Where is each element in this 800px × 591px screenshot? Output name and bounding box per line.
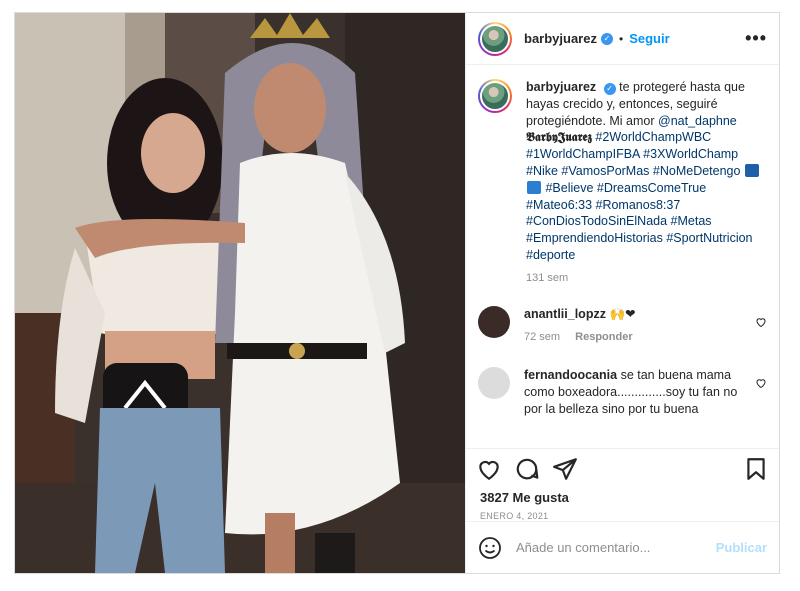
separator-dot: • <box>618 31 624 46</box>
add-comment-bar: Publicar <box>466 521 779 573</box>
post-date: ENERO 4, 2021 <box>480 511 549 521</box>
follow-button[interactable]: Seguir <box>629 31 669 46</box>
post-photo[interactable] <box>15 13 465 573</box>
heart-icon[interactable] <box>755 377 767 389</box>
caption-text: barbyjuarez ✓ te protegeré hasta que hay… <box>526 79 766 264</box>
comment-emojis: 🙌❤ <box>609 306 636 321</box>
emoji-icon <box>527 180 541 194</box>
caption: barbyjuarez ✓ te protegeré hasta que hay… <box>478 79 767 284</box>
post-sidebar: barbyjuarez ✓ • Seguir ••• barbyjuarez ✓… <box>465 13 779 573</box>
heart-icon[interactable] <box>476 456 502 482</box>
comment-item: fernandoocania se tan buena mama como bo… <box>478 367 767 417</box>
save-icon[interactable] <box>743 456 769 482</box>
emoji-icon[interactable] <box>478 536 502 560</box>
comment-username[interactable]: anantlii_lopzz <box>524 307 606 321</box>
caption-username[interactable]: barbyjuarez <box>526 80 596 94</box>
post-header: barbyjuarez ✓ • Seguir ••• <box>466 13 779 65</box>
author-username[interactable]: barbyjuarez <box>524 31 597 46</box>
share-icon[interactable] <box>552 456 578 482</box>
comment-meta: 72 sem Responder <box>524 329 752 346</box>
publish-button[interactable]: Publicar <box>716 540 767 555</box>
caption-hashtags-2[interactable]: #Believe #DreamsComeTrue #Mateo6:33 #Rom… <box>526 181 753 262</box>
caption-styled-name: 𝕭𝖆𝖗𝖇𝖞𝕵𝖚𝖆𝖗𝖊𝖟 <box>526 130 592 145</box>
comments-list[interactable]: barbyjuarez ✓ te protegeré hasta que hay… <box>466 65 779 448</box>
comment-icon[interactable] <box>514 456 540 482</box>
commenter-avatar[interactable] <box>478 367 510 400</box>
comment-input[interactable] <box>516 540 716 555</box>
heart-icon[interactable] <box>755 316 767 328</box>
instagram-post: barbyjuarez ✓ • Seguir ••• barbyjuarez ✓… <box>14 12 780 574</box>
action-bar <box>466 448 779 488</box>
comment-time: 72 sem <box>524 330 561 343</box>
author-avatar[interactable] <box>478 21 512 56</box>
reply-button[interactable]: Responder <box>575 331 632 343</box>
caption-avatar[interactable] <box>478 79 512 113</box>
more-icon[interactable]: ••• <box>745 28 767 49</box>
caption-mention[interactable]: @nat_daphne <box>658 114 737 128</box>
comment-item: anantlii_lopzz 🙌❤ 72 sem Responder <box>478 305 767 346</box>
verified-icon: ✓ <box>600 32 613 45</box>
comment-username[interactable]: fernandoocania <box>524 368 617 382</box>
post-image-illustration <box>15 13 465 573</box>
caption-time: 131 sem <box>526 271 569 284</box>
emoji-icon <box>744 163 759 177</box>
commenter-avatar[interactable] <box>478 305 510 338</box>
verified-icon: ✓ <box>603 83 616 96</box>
likes-count[interactable]: 3827 Me gusta <box>466 490 779 505</box>
